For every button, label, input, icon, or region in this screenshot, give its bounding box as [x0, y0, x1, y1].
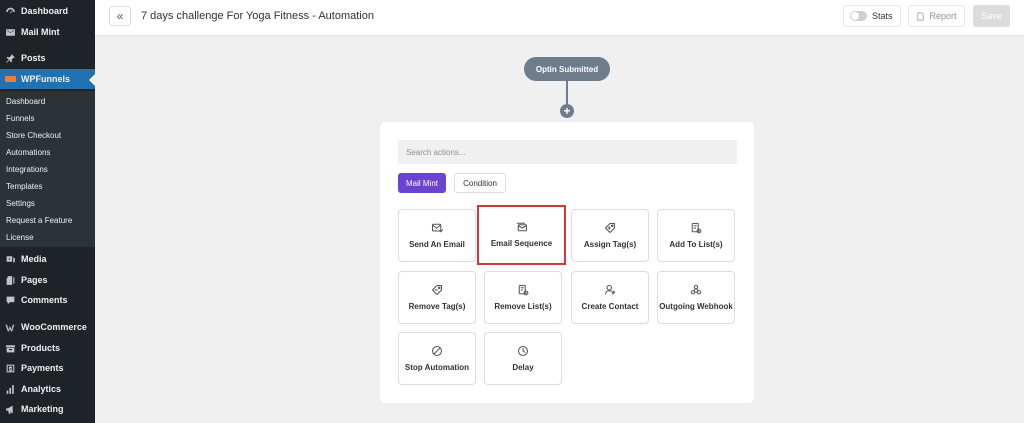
- submenu-item-automations[interactable]: Automations: [6, 148, 50, 157]
- stats-label: Stats: [872, 11, 893, 21]
- action-label: Outgoing Webhook: [659, 301, 733, 311]
- marketing-icon: [5, 404, 16, 415]
- add-step-button[interactable]: +: [560, 104, 574, 118]
- toggle-switch[interactable]: [850, 11, 867, 21]
- mail-icon: [5, 27, 16, 38]
- pages-icon: [5, 275, 16, 286]
- email-send-icon: [431, 223, 443, 232]
- action-label: Add To List(s): [669, 239, 723, 249]
- stats-toggle-button[interactable]: Stats: [843, 5, 901, 27]
- user-add-icon: [604, 284, 616, 295]
- action-add-to-lists[interactable]: Add To List(s): [657, 209, 735, 262]
- action-label: Stop Automation: [404, 362, 470, 372]
- sidebar-item-label: Pages: [21, 275, 48, 285]
- webhook-icon: [690, 284, 702, 294]
- connector-line: [566, 81, 568, 104]
- back-button[interactable]: «: [109, 6, 131, 26]
- sidebar-item-marketing[interactable]: Marketing: [0, 399, 95, 419]
- action-email-sequence[interactable]: Email Sequence: [477, 205, 566, 265]
- sidebar-item-label: Products: [21, 343, 61, 353]
- submenu-item-store-checkout[interactable]: Store Checkout: [6, 131, 61, 140]
- action-remove-lists[interactable]: Remove List(s): [484, 271, 562, 324]
- action-send-email[interactable]: Send An Email: [398, 209, 476, 262]
- submenu-item-request-feature[interactable]: Request a Feature: [6, 216, 72, 225]
- double-chevron-left-icon: «: [116, 9, 124, 23]
- action-delay[interactable]: Delay: [484, 332, 562, 385]
- sidebar-item-label: WooCommerce: [21, 322, 87, 332]
- action-label: Assign Tag(s): [583, 239, 637, 249]
- action-label: Remove List(s): [494, 301, 552, 311]
- sidebar-item-payments[interactable]: Payments: [0, 358, 95, 378]
- report-label: Report: [929, 11, 957, 21]
- sidebar-item-label: WPFunnels: [21, 74, 70, 84]
- submenu-item-templates[interactable]: Templates: [6, 182, 42, 191]
- action-label: Send An Email: [409, 239, 465, 249]
- submenu-item-funnels[interactable]: Funnels: [6, 114, 34, 123]
- sidebar-item-products[interactable]: Products: [0, 338, 95, 358]
- tag-add-icon: [604, 222, 616, 233]
- automation-header: « 7 days challenge For Yoga Fitness - Au…: [95, 0, 1024, 36]
- products-icon: [5, 343, 16, 354]
- search-actions-input[interactable]: [398, 140, 737, 164]
- list-remove-icon: [518, 284, 529, 295]
- sidebar-item-mail-mint[interactable]: Mail Mint: [0, 22, 95, 42]
- active-indicator: [89, 74, 95, 86]
- stop-icon: [431, 345, 443, 356]
- submenu-item-settings[interactable]: Settings: [6, 199, 35, 208]
- sidebar-item-dashboard[interactable]: Dashboard: [0, 1, 95, 21]
- action-label: Remove Tag(s): [408, 301, 466, 311]
- sidebar-item-comments[interactable]: Comments: [0, 290, 95, 310]
- page-title: 7 days challenge For Yoga Fitness - Auto…: [141, 10, 374, 22]
- clock-icon: [517, 345, 529, 356]
- report-icon: [917, 12, 925, 20]
- action-label: Create Contact: [581, 301, 639, 311]
- sidebar-item-label: Comments: [21, 295, 68, 305]
- tab-mail-mint[interactable]: Mail Mint: [398, 173, 446, 193]
- plus-icon: +: [563, 104, 571, 118]
- wpfunnels-logo-icon: [5, 74, 16, 85]
- sidebar-item-label: Posts: [21, 53, 46, 63]
- save-button[interactable]: Save: [973, 5, 1010, 27]
- sidebar-item-pages[interactable]: Pages: [0, 270, 95, 290]
- pin-icon: [5, 53, 16, 64]
- action-label: Email Sequence: [490, 239, 553, 248]
- submenu-item-integrations[interactable]: Integrations: [6, 165, 48, 174]
- email-sequence-icon: [516, 222, 527, 232]
- sidebar-item-analytics[interactable]: Analytics: [0, 379, 95, 399]
- sidebar-item-wpfunnels[interactable]: WPFunnels: [0, 69, 95, 89]
- analytics-icon: [5, 384, 16, 395]
- sidebar-item-label: Mail Mint: [21, 27, 60, 37]
- report-button[interactable]: Report: [908, 5, 965, 27]
- action-outgoing-webhook[interactable]: Outgoing Webhook: [657, 271, 735, 324]
- trigger-node[interactable]: Optin Submitted: [524, 57, 610, 81]
- action-remove-tags[interactable]: Remove Tag(s): [398, 271, 476, 324]
- sidebar-item-label: Dashboard: [21, 6, 69, 16]
- submenu-item-license[interactable]: License: [6, 233, 34, 242]
- list-add-icon: [691, 222, 702, 233]
- payments-icon: [5, 363, 16, 374]
- sidebar-item-posts[interactable]: Posts: [0, 48, 95, 68]
- action-stop-automation[interactable]: Stop Automation: [398, 332, 476, 385]
- media-icon: [5, 254, 16, 265]
- admin-sidebar: Dashboard Mail Mint Posts WPFunnels Dash…: [0, 0, 95, 423]
- sidebar-item-label: Analytics: [21, 384, 62, 394]
- submenu-item-dashboard[interactable]: Dashboard: [6, 97, 45, 106]
- action-picker-panel: Mail Mint Condition Send An Email Email …: [380, 122, 754, 403]
- action-label: Delay: [512, 362, 534, 372]
- dashboard-icon: [5, 6, 16, 17]
- sidebar-item-woocommerce[interactable]: WooCommerce: [0, 317, 95, 337]
- tag-remove-icon: [431, 284, 443, 295]
- sidebar-item-label: Media: [21, 254, 47, 264]
- sidebar-item-media[interactable]: Media: [0, 249, 95, 269]
- sidebar-item-label: Marketing: [21, 404, 64, 414]
- woocommerce-icon: [5, 322, 16, 333]
- wpfunnels-submenu: Dashboard Funnels Store Checkout Automat…: [0, 91, 95, 247]
- action-assign-tags[interactable]: Assign Tag(s): [571, 209, 649, 262]
- sidebar-item-label: Payments: [21, 363, 64, 373]
- tab-condition[interactable]: Condition: [454, 173, 506, 193]
- comments-icon: [5, 295, 16, 306]
- action-create-contact[interactable]: Create Contact: [571, 271, 649, 324]
